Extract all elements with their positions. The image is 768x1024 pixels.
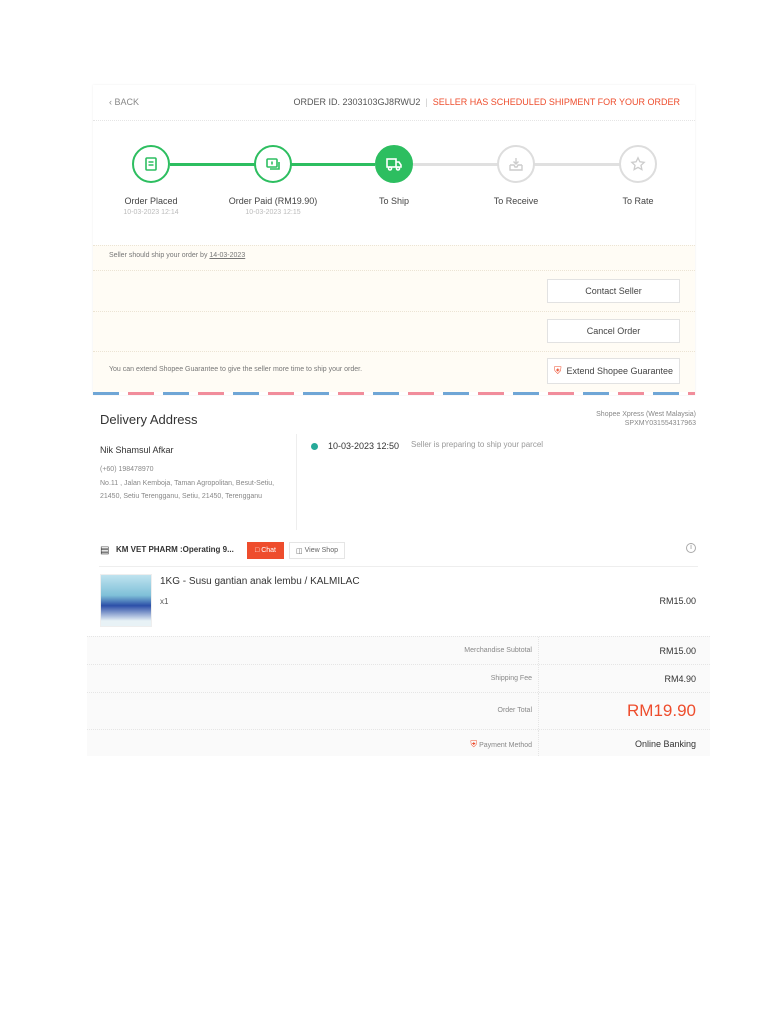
column-divider	[296, 434, 297, 530]
total-row: Order Total RM19.90	[87, 692, 710, 729]
product-name[interactable]: 1KG - Susu gantian anak lembu / KALMILAC	[160, 576, 360, 587]
payment-value: Online Banking	[634, 739, 696, 749]
contact-seller-button[interactable]: Contact Seller	[547, 279, 680, 303]
event-text: Seller is preparing to ship your parcel	[411, 440, 544, 449]
divider	[93, 270, 695, 271]
step-label: Order Placed	[124, 196, 178, 206]
view-shop-label: View Shop	[304, 547, 338, 554]
recipient-phone: (+60) 198478970	[100, 466, 154, 473]
total-label: Order Total	[497, 707, 533, 714]
shield-icon: ⛨	[553, 365, 562, 377]
delivery-section: Delivery Address Shopee Xpress (West Mal…	[93, 396, 710, 530]
shop-icon: ◫	[296, 547, 303, 555]
courier-name: Shopee Xpress (West Malaysia)	[596, 411, 696, 418]
step-label: To Receive	[493, 196, 539, 206]
timeline-dot	[311, 443, 318, 450]
step-date: 10-03-2023 12:15	[245, 209, 301, 216]
shop-icon: ▤	[100, 545, 110, 556]
shipping-value: RM4.90	[664, 674, 696, 684]
courier-info: Shopee Xpress (West Malaysia) SPXMY031554…	[596, 410, 696, 428]
chat-button[interactable]: □ Chat	[247, 542, 284, 559]
subtotal-row: Merchandise Subtotal RM15.00	[87, 636, 710, 664]
money-icon	[254, 145, 292, 183]
extend-guarantee-button[interactable]: ⛨ Extend Shopee Guarantee	[547, 358, 680, 384]
shipping-label: Shipping Fee	[490, 675, 532, 682]
view-shop-button[interactable]: ◫ View Shop	[289, 542, 345, 559]
step-label: To Ship	[378, 196, 410, 206]
step-order-paid: Order Paid (RM19.90) 10-03-2023 12:15	[213, 145, 333, 216]
step-to-ship: To Ship	[334, 145, 454, 206]
subtotal-value: RM15.00	[659, 646, 696, 656]
payment-label: Payment Method	[479, 742, 532, 749]
delivery-title: Delivery Address	[100, 412, 198, 427]
divider	[538, 637, 539, 664]
divider	[93, 351, 695, 352]
order-status: SELLER HAS SCHEDULED SHIPMENT FOR YOUR O…	[432, 97, 680, 107]
product-price: RM15.00	[659, 596, 696, 606]
step-label: Order Paid (RM19.90)	[228, 196, 318, 206]
step-date: 10-03-2023 12:14	[123, 209, 179, 216]
divider	[99, 566, 698, 567]
ship-by-text: Seller should ship your order by	[109, 252, 208, 259]
extend-label: Extend Shopee Guarantee	[566, 366, 674, 376]
step-to-receive: To Receive	[456, 145, 576, 206]
product-qty: x1	[160, 597, 169, 606]
info-icon[interactable]: i	[686, 543, 696, 553]
receipt-icon	[132, 145, 170, 183]
product-image[interactable]	[100, 574, 152, 627]
divider	[538, 693, 539, 729]
step-to-rate: To Rate	[578, 145, 698, 206]
subtotal-label: Merchandise Subtotal	[464, 647, 532, 654]
step-label: To Rate	[622, 196, 654, 206]
divider	[93, 245, 695, 246]
back-label: BACK	[114, 97, 140, 107]
recipient-address: No.11 , Jalan Kemboja, Taman Agropolitan…	[100, 479, 275, 501]
total-value: RM19.90	[627, 701, 696, 720]
separator: |	[425, 97, 428, 107]
divider	[93, 311, 695, 312]
payment-row: ⛨ Payment Method Online Banking	[87, 729, 710, 756]
cancel-order-button[interactable]: Cancel Order	[547, 319, 680, 343]
chat-label: Chat	[261, 547, 277, 554]
shipping-row: Shipping Fee RM4.90	[87, 664, 710, 692]
order-info: ORDER ID. 2303103GJ8RWU2 | SELLER HAS SC…	[294, 97, 680, 107]
extend-note: You can extend Shopee Guarantee to give …	[109, 366, 363, 373]
shield-icon: ⛨	[470, 739, 478, 749]
inbox-icon	[497, 145, 535, 183]
truck-icon	[375, 145, 413, 183]
tracking-number[interactable]: SPXMY031554317963	[596, 419, 696, 428]
recipient-contact: (+60) 198478970 No.11 , Jalan Kemboja, Ta…	[100, 463, 275, 504]
back-button[interactable]: ‹ BACK	[109, 97, 139, 107]
order-header: ‹ BACK ORDER ID. 2303103GJ8RWU2 | SELLER…	[93, 85, 695, 121]
divider	[538, 730, 539, 756]
recipient-name: Nik Shamsul Afkar	[100, 445, 174, 455]
ship-by-date: 14-03-2023	[209, 252, 246, 259]
star-icon	[619, 145, 657, 183]
chat-icon: □	[254, 547, 260, 554]
shop-name[interactable]: KM VET PHARM :Operating 9...	[116, 545, 234, 554]
order-id: ORDER ID. 2303103GJ8RWU2	[293, 97, 421, 107]
airmail-stripe	[93, 392, 695, 395]
divider	[538, 665, 539, 692]
step-order-placed: Order Placed 10-03-2023 12:14	[91, 145, 211, 216]
ship-by-notice: Seller should ship your order by 14-03-2…	[109, 252, 245, 259]
event-time: 10-03-2023 12:50	[328, 441, 400, 451]
